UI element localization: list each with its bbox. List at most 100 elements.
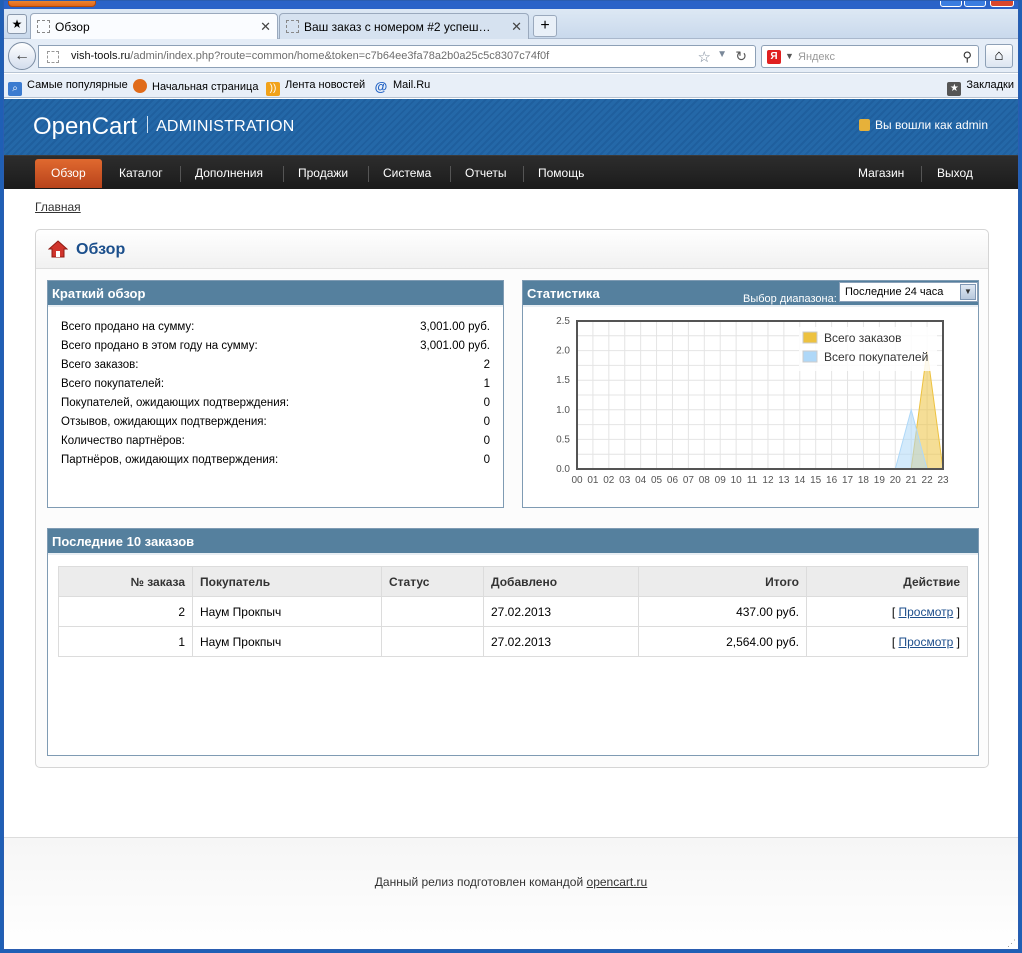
menu-system[interactable]: Система: [367, 159, 447, 188]
x-tick-label: 16: [826, 475, 838, 486]
x-tick-label: 19: [874, 475, 886, 486]
browser-window: ★ Обзор ✕ Ваш заказ с номером #2 успешно…: [3, 0, 1019, 950]
x-tick-label: 12: [762, 475, 774, 486]
menu-overview[interactable]: Обзор: [35, 159, 102, 188]
bookmark-star-icon[interactable]: ☆: [698, 48, 711, 66]
x-tick-label: 14: [794, 475, 806, 486]
maximize-button[interactable]: [964, 1, 986, 7]
overview-value: 3,001.00 руб.: [420, 340, 490, 352]
order-date: 27.02.2013: [483, 626, 639, 657]
x-tick-label: 08: [699, 475, 711, 486]
rss-icon: )): [266, 82, 280, 96]
address-bar[interactable]: vish-tools.ru/admin/index.php?route=comm…: [38, 45, 756, 68]
close-tab-icon[interactable]: ✕: [511, 19, 522, 35]
col-order-id[interactable]: № заказа: [58, 566, 193, 597]
page-icon: [37, 20, 50, 33]
search-bar[interactable]: Я ▼ Яндекс ⚲: [761, 45, 979, 68]
menu-sales[interactable]: Продажи: [282, 159, 364, 188]
x-tick-label: 05: [651, 475, 663, 486]
latest-orders-panel: Последние 10 заказов № заказа Покупатель…: [47, 528, 979, 756]
main-menu: Обзор Каталог Дополнения Продажи Система…: [4, 155, 1018, 189]
menu-catalog[interactable]: Каталог: [103, 159, 179, 188]
close-tab-icon[interactable]: ✕: [260, 19, 271, 35]
y-tick-label: 2.0: [556, 346, 570, 357]
x-tick-label: 22: [922, 475, 934, 486]
x-tick-label: 00: [571, 475, 583, 486]
x-tick-label: 17: [842, 475, 854, 486]
home-button[interactable]: ⌂: [985, 44, 1013, 68]
table-row: 1 Наум Прокпыч 27.02.2013 2,564.00 руб. …: [58, 626, 968, 657]
col-status[interactable]: Статус: [381, 566, 484, 597]
x-tick-label: 01: [587, 475, 599, 486]
menu-logout[interactable]: Выход: [921, 159, 989, 188]
orders-heading: Последние 10 заказов: [48, 529, 978, 555]
overview-value: 2: [483, 359, 490, 371]
overview-row: Всего продано в этом году на сумму: 3,001…: [61, 340, 490, 359]
order-id: 1: [58, 626, 193, 657]
menu-extensions[interactable]: Дополнения: [179, 159, 279, 188]
menu-help[interactable]: Помощь: [522, 159, 600, 188]
bookmark-news-feed[interactable]: )) Лента новостей: [266, 79, 365, 96]
back-button[interactable]: ←: [8, 42, 36, 70]
range-label: Выбор диапазона:: [743, 293, 837, 305]
search-icon[interactable]: ⚲: [962, 49, 972, 65]
bookmark-start-page[interactable]: Начальная страница: [133, 79, 258, 93]
statistics-chart: 0.0 0.5 1.0 1.5 2.0 2.5 00 01 02 03 04 05 06 07 08 09 10…: [556, 316, 949, 486]
y-tick-label: 2.5: [556, 316, 570, 327]
navigation-bar: ← vish-tools.ru/admin/index.php?route=co…: [4, 39, 1018, 73]
tab-order[interactable]: Ваш заказ с номером #2 успешно созд... ✕: [279, 13, 529, 39]
minimize-button[interactable]: [940, 1, 962, 7]
overview-label: Всего заказов:: [61, 359, 139, 371]
menu-store[interactable]: Магазин: [842, 159, 920, 188]
x-tick-label: 09: [715, 475, 727, 486]
search-engine-dropdown-icon[interactable]: ▼: [785, 51, 794, 61]
order-id: 2: [58, 596, 193, 627]
menu-reports[interactable]: Отчеты: [449, 159, 522, 188]
overview-label: Партнёров, ожидающих подтверждения:: [61, 454, 279, 466]
opencart-link[interactable]: opencart.ru: [587, 875, 648, 889]
order-action: [ Просмотр ]: [806, 626, 968, 657]
overview-label: Всего покупателей:: [61, 378, 165, 390]
bookmark-mailru[interactable]: @ Mail.Ru: [374, 79, 431, 94]
x-tick-label: 13: [778, 475, 790, 486]
most-visited-icon: ⌕: [8, 82, 22, 96]
table-row: 2 Наум Прокпыч 27.02.2013 437.00 руб. [ …: [58, 596, 968, 627]
bookmarks-menu[interactable]: ★ Закладки: [947, 79, 1014, 96]
tab-overview[interactable]: Обзор ✕: [30, 13, 278, 39]
close-window-button[interactable]: [990, 1, 1014, 7]
order-customer: Наум Прокпыч: [192, 596, 382, 627]
view-order-link[interactable]: Просмотр: [899, 605, 954, 619]
opencart-logo[interactable]: OpenCart ADMINISTRATION: [33, 113, 295, 141]
bookmark-most-visited[interactable]: ⌕ Самые популярные: [8, 79, 128, 96]
range-select[interactable]: Последние 24 часа ▼: [839, 282, 978, 302]
overview-heading: Краткий обзор: [48, 281, 503, 307]
yandex-icon[interactable]: Я: [767, 50, 781, 64]
order-status: [381, 626, 484, 657]
overview-list: Всего продано на сумму: 3,001.00 руб. Всег…: [48, 307, 503, 473]
site-identity-icon[interactable]: [47, 51, 59, 63]
footer-text: Данный релиз подготовлен командой openca…: [374, 875, 648, 889]
y-tick-label: 1.0: [556, 405, 570, 416]
history-dropdown-icon[interactable]: ▼: [717, 49, 727, 60]
tab-label: Обзор: [55, 20, 90, 34]
tab-groups-icon[interactable]: ★: [7, 14, 27, 34]
x-tick-label: 18: [858, 475, 870, 486]
reload-icon[interactable]: ↻: [735, 48, 747, 65]
order-status: [381, 596, 484, 627]
overview-label: Всего продано на сумму:: [61, 321, 195, 333]
title-bar: [4, 1, 1018, 9]
page-content: OpenCart ADMINISTRATION Вы вошли как admi…: [4, 99, 1018, 949]
col-total[interactable]: Итого: [638, 566, 807, 597]
col-customer[interactable]: Покупатель: [192, 566, 382, 597]
breadcrumb-home[interactable]: Главная: [35, 200, 81, 214]
tab-label: Ваш заказ с номером #2 успешно созд...: [304, 20, 494, 34]
x-tick-label: 15: [810, 475, 822, 486]
page-footer: Данный релиз подготовлен командой openca…: [4, 838, 1018, 949]
x-tick-label: 10: [731, 475, 743, 486]
new-tab-button[interactable]: +: [533, 15, 557, 37]
chevron-down-icon[interactable]: ▼: [960, 284, 976, 300]
firefox-menu-button[interactable]: [8, 1, 96, 7]
view-order-link[interactable]: Просмотр: [899, 635, 954, 649]
resize-grip-icon[interactable]: ⋰: [1007, 938, 1016, 949]
col-date-added[interactable]: Добавлено: [483, 566, 639, 597]
